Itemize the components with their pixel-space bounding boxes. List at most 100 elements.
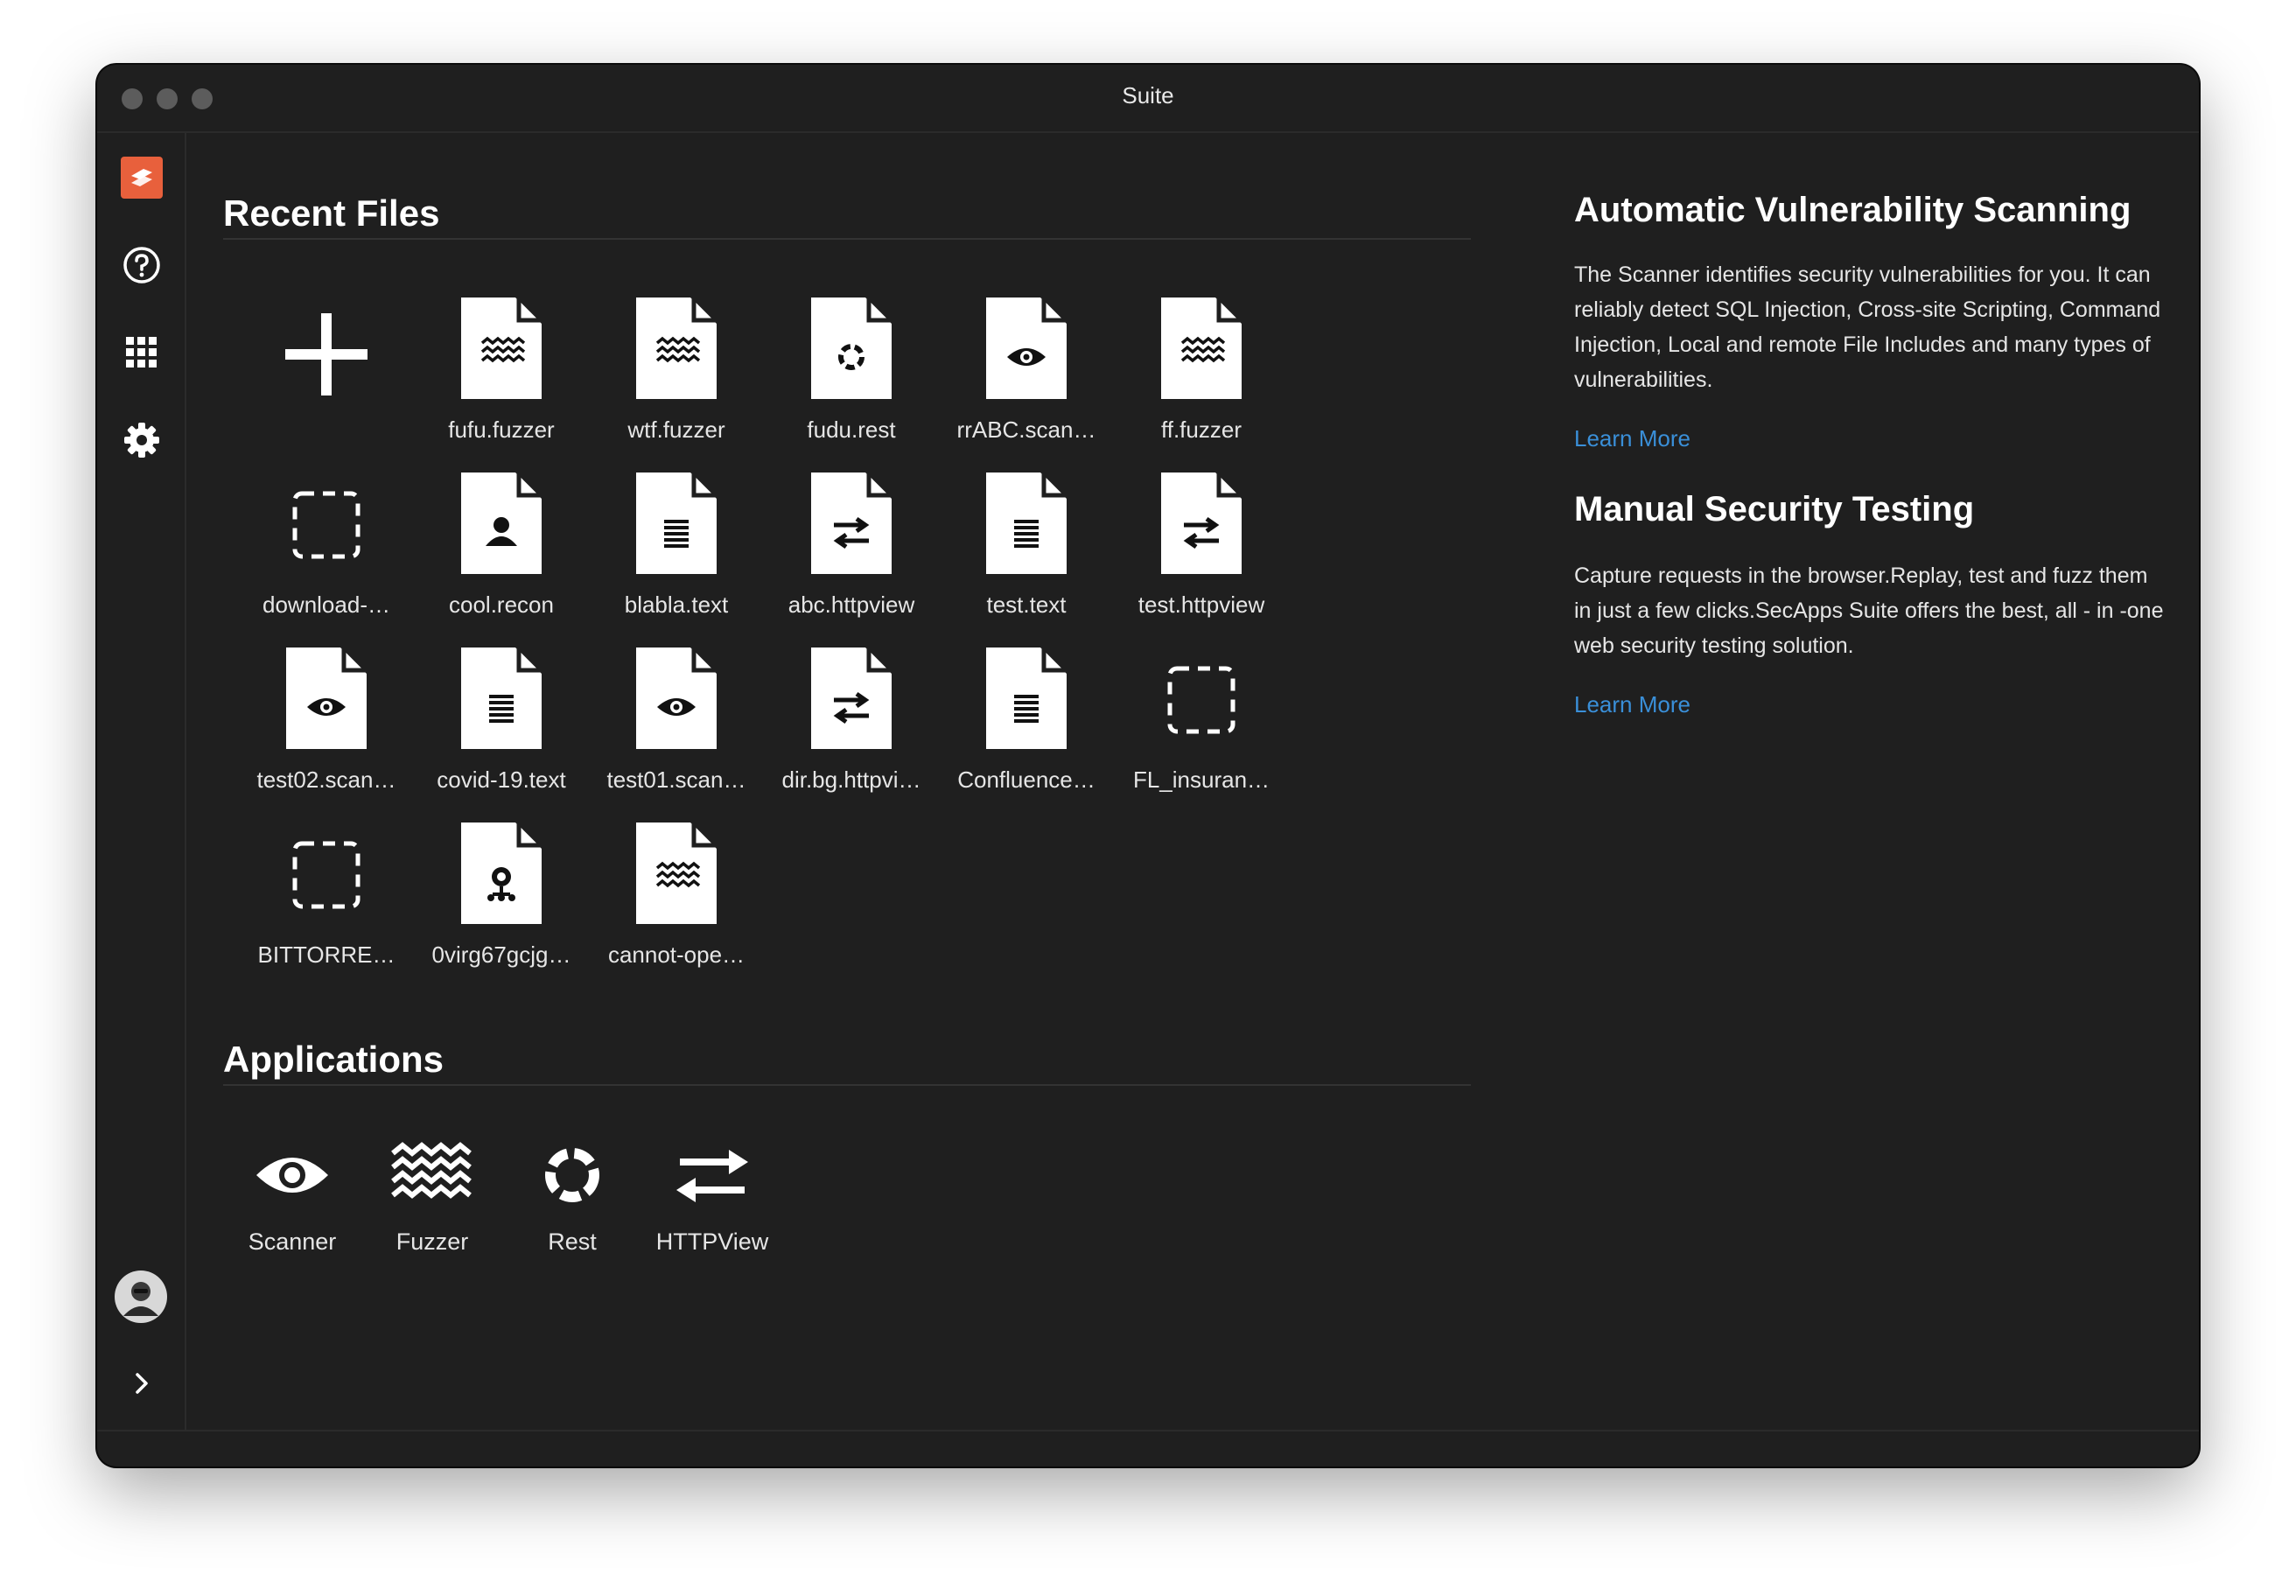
recent-file-item[interactable]: dir.bg.httpvi… xyxy=(768,641,934,819)
sidebar-item-logo[interactable] xyxy=(119,155,164,200)
rest-ring-icon xyxy=(808,291,898,402)
text-lines-icon xyxy=(983,466,1073,578)
app-label: Fuzzer xyxy=(396,1228,469,1255)
app-label: HTTPView xyxy=(655,1228,769,1255)
app-httpview[interactable]: HTTPView xyxy=(642,1136,782,1276)
recent-file-item[interactable]: cool.recon xyxy=(418,466,584,644)
recent-file-item[interactable]: covid-19.text xyxy=(418,641,584,819)
recent-file-label: download-… xyxy=(262,592,390,618)
graph-node-icon xyxy=(458,816,548,928)
recent-file-label: rrABC.scan… xyxy=(956,416,1096,443)
sidebar-item-settings[interactable] xyxy=(119,417,164,463)
fuzzer-wave-icon xyxy=(633,291,723,402)
eye-icon xyxy=(244,1136,340,1214)
text-lines-icon xyxy=(458,641,548,752)
plus-icon xyxy=(283,294,370,402)
recent-file-label: FL_insuran… xyxy=(1132,766,1270,793)
fuzzer-wave-icon xyxy=(633,816,723,928)
app-rest[interactable]: Rest xyxy=(502,1136,642,1276)
recent-file-item[interactable]: fudu.rest xyxy=(768,291,934,469)
sidebar-item-help[interactable] xyxy=(119,242,164,288)
recent-file-label: fudu.rest xyxy=(807,416,896,443)
recent-file-label: test02.scan… xyxy=(256,766,396,793)
recent-file-label: blabla.text xyxy=(624,592,729,618)
scanner-eye-icon xyxy=(283,641,373,752)
app-fuzzer[interactable]: Fuzzer xyxy=(362,1136,502,1276)
recent-file-label: test.httpview xyxy=(1138,592,1265,618)
recent-file-item[interactable]: fufu.fuzzer xyxy=(418,291,584,469)
scanner-eye-icon xyxy=(633,641,723,752)
app-label: Rest xyxy=(548,1228,597,1255)
text-lines-icon xyxy=(633,466,723,578)
recent-file-label: test.text xyxy=(986,592,1067,618)
question-circle-icon xyxy=(123,247,160,284)
recent-file-label: covid-19.text xyxy=(437,766,566,793)
app-scanner[interactable]: Scanner xyxy=(222,1136,362,1276)
secapps-logo-icon xyxy=(121,157,163,199)
recent-file-item[interactable]: BITTORRE… xyxy=(243,819,410,994)
recon-person-icon xyxy=(458,466,548,578)
recent-file-label: Confluence… xyxy=(957,766,1096,793)
recent-file-item[interactable]: rrABC.scan… xyxy=(943,291,1110,469)
title-bar: Suite xyxy=(97,65,2199,133)
recent-file-label: ff.fuzzer xyxy=(1160,416,1242,443)
applications-divider xyxy=(223,1084,1471,1086)
recent-file-item[interactable]: test.httpview xyxy=(1118,466,1284,644)
recent-file-item[interactable]: ff.fuzzer xyxy=(1118,291,1284,469)
fuzzer-wave-icon xyxy=(1158,291,1248,402)
info-text-scanning: The Scanner identifies security vulnerab… xyxy=(1574,262,2161,392)
learn-more-scanning-link[interactable]: Learn More xyxy=(1574,425,1690,452)
sidebar-item-avatar[interactable] xyxy=(113,1269,169,1325)
gear-icon xyxy=(124,423,159,458)
chevron-right-icon xyxy=(136,1373,148,1394)
bottom-bar xyxy=(97,1430,2199,1466)
fuzzer-wave-icon xyxy=(458,291,548,402)
learn-more-manual-link[interactable]: Learn More xyxy=(1574,691,1690,718)
recent-files-title: Recent Files xyxy=(223,192,440,234)
recent-file-item[interactable]: download-… xyxy=(243,469,410,644)
app-window: Suite Recent Files fufu.fuzzer wtf.fuzze… xyxy=(97,65,2199,1466)
info-text-manual: Capture requests in the browser.Replay, … xyxy=(1574,564,2164,658)
recent-file-item[interactable]: blabla.text xyxy=(593,466,760,644)
recent-file-label: test01.scan… xyxy=(606,766,746,793)
new-file-button[interactable] xyxy=(243,294,410,469)
info-title-manual: Manual Security Testing xyxy=(1574,490,1975,528)
applications-title: Applications xyxy=(223,1039,444,1080)
httpview-arrows-icon xyxy=(808,641,898,752)
recent-file-item[interactable]: FL_insuran… xyxy=(1118,644,1284,819)
httpview-arrows-icon xyxy=(808,466,898,578)
recent-file-label: dir.bg.httpvi… xyxy=(781,766,921,793)
recent-file-label: abc.httpview xyxy=(788,592,915,618)
avatar xyxy=(115,1270,167,1323)
unknown-dashed-icon xyxy=(283,819,370,928)
recent-files-divider xyxy=(223,238,1471,240)
recent-file-item[interactable]: test01.scan… xyxy=(593,641,760,819)
sidebar-item-expand[interactable] xyxy=(119,1361,164,1406)
unknown-dashed-icon xyxy=(1158,644,1245,752)
httpview-arrows-icon xyxy=(1158,466,1248,578)
recent-file-item[interactable]: test.text xyxy=(943,466,1110,644)
ring-icon xyxy=(524,1136,620,1214)
text-lines-icon xyxy=(983,641,1073,752)
recent-file-item[interactable]: test02.scan… xyxy=(243,641,410,819)
recent-file-item[interactable]: cannot-ope… xyxy=(593,816,760,994)
recent-file-item[interactable]: wtf.fuzzer xyxy=(593,291,760,469)
recent-file-label: fufu.fuzzer xyxy=(448,416,555,443)
recent-file-item[interactable]: Confluence… xyxy=(943,641,1110,819)
unknown-dashed-icon xyxy=(283,469,370,578)
swap-arrows-icon xyxy=(664,1136,760,1214)
recent-file-item[interactable]: 0virg67gcjg… xyxy=(418,816,584,994)
window-title: Suite xyxy=(1122,82,1174,108)
sidebar-item-apps[interactable] xyxy=(119,330,164,375)
grid-icon xyxy=(126,337,157,368)
recent-file-label: BITTORRE… xyxy=(257,942,396,968)
recent-file-label: wtf.fuzzer xyxy=(627,416,725,443)
info-title-scanning: Automatic Vulnerability Scanning xyxy=(1574,191,2132,229)
recent-file-label: cannot-ope… xyxy=(607,942,746,968)
recent-file-label: cool.recon xyxy=(449,592,554,618)
recent-file-label: 0virg67gcjg… xyxy=(431,942,571,968)
wave-icon xyxy=(384,1136,480,1214)
app-label: Scanner xyxy=(248,1228,337,1255)
scanner-eye-icon xyxy=(983,291,1073,402)
recent-file-item[interactable]: abc.httpview xyxy=(768,466,934,644)
